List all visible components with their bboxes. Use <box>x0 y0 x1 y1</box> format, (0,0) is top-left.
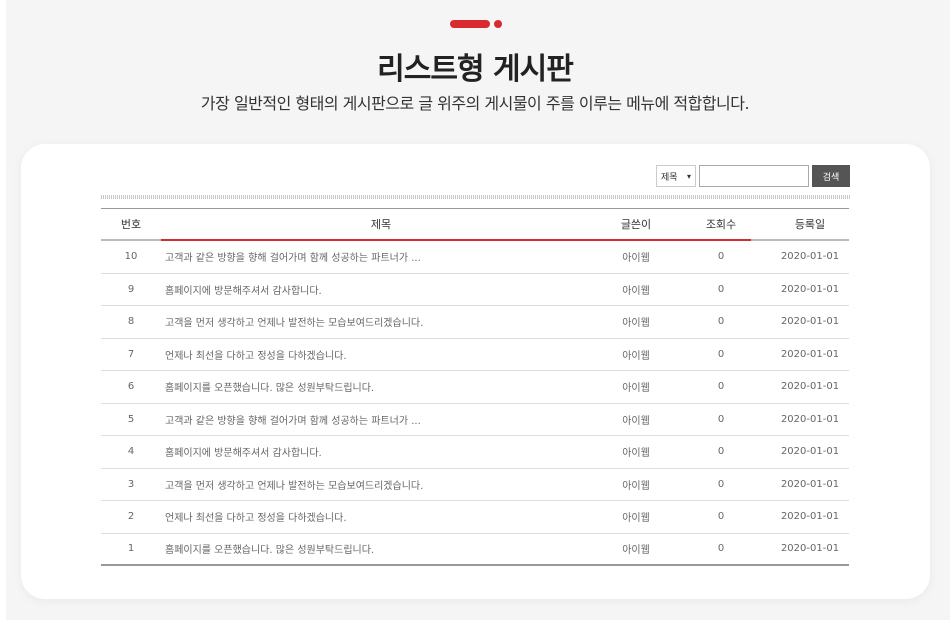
row-date: 2020-01-01 <box>780 446 840 458</box>
column-header-date: 등록일 <box>794 218 826 231</box>
row-views: 0 <box>717 348 725 360</box>
row-date: 2020-01-01 <box>780 316 840 328</box>
title-decoration <box>450 20 502 28</box>
column-header-author: 글쓴이 <box>620 218 652 231</box>
row-title-link[interactable]: 홈페이지를 오픈했습니다. 많은 성원부탁드립니다. <box>161 379 601 394</box>
row-date: 2020-01-01 <box>780 283 840 295</box>
row-date: 2020-01-01 <box>780 511 840 523</box>
row-views: 0 <box>717 543 725 555</box>
row-author: 아이웹 <box>622 285 650 297</box>
table-header: 번호 제목 글쓴이 조회수 등록일 <box>101 209 849 241</box>
row-title-link[interactable]: 고객과 같은 방향을 향해 걸어가며 함께 성공하는 파트너가 ... <box>161 412 601 427</box>
row-title-link[interactable]: 홈페이지에 방문해주셔서 감사합니다. <box>161 444 601 459</box>
row-no: 1 <box>127 543 135 555</box>
row-title-link[interactable]: 고객을 먼저 생각하고 언제나 발전하는 모습보여드리겠습니다. <box>161 314 601 329</box>
row-title-link[interactable]: 홈페이지에 방문해주셔서 감사합니다. <box>161 282 601 297</box>
row-views: 0 <box>717 283 725 295</box>
board-table: 번호 제목 글쓴이 조회수 등록일 10 고객과 같은 방향을 향해 걸어가며 … <box>101 208 849 566</box>
table-row: 5 고객과 같은 방향을 향해 걸어가며 함께 성공하는 파트너가 ... 아이… <box>101 404 849 436</box>
decoration-dot <box>494 20 502 28</box>
chevron-down-icon: ▾ <box>686 171 691 181</box>
row-title-link[interactable]: 언제나 최선을 다하고 정성을 다하겠습니다. <box>161 509 601 524</box>
divider-hatch <box>101 195 850 199</box>
row-no: 8 <box>127 316 135 328</box>
search-bar: 제목 ▾ 검색 <box>656 165 850 187</box>
row-author: 아이웹 <box>622 253 650 265</box>
row-title-link[interactable]: 언제나 최선을 다하고 정성을 다하겠습니다. <box>161 347 601 362</box>
row-date: 2020-01-01 <box>780 381 840 393</box>
row-author: 아이웹 <box>622 415 650 427</box>
table-row: 3 고객을 먼저 생각하고 언제나 발전하는 모습보여드리겠습니다. 아이웹 0… <box>101 469 849 501</box>
row-views: 0 <box>717 381 725 393</box>
row-author: 아이웹 <box>622 545 650 557</box>
row-no: 4 <box>127 446 135 458</box>
table-row: 7 언제나 최선을 다하고 정성을 다하겠습니다. 아이웹 0 2020-01-… <box>101 339 849 371</box>
row-author: 아이웹 <box>622 350 650 362</box>
row-title-link[interactable]: 고객을 먼저 생각하고 언제나 발전하는 모습보여드리겠습니다. <box>161 477 601 492</box>
table-row: 10 고객과 같은 방향을 향해 걸어가며 함께 성공하는 파트너가 ... 아… <box>101 241 849 274</box>
table-row: 4 홈페이지에 방문해주셔서 감사합니다. 아이웹 0 2020-01-01 <box>101 436 849 469</box>
row-author: 아이웹 <box>622 513 650 525</box>
column-header-views: 조회수 <box>705 218 737 231</box>
row-author: 아이웹 <box>622 480 650 492</box>
search-field-select[interactable]: 제목 ▾ <box>656 165 696 187</box>
row-views: 0 <box>717 413 725 425</box>
row-no: 7 <box>127 348 135 360</box>
table-row: 9 홈페이지에 방문해주셔서 감사합니다. 아이웹 0 2020-01-01 <box>101 274 849 306</box>
header-accent-line <box>161 239 751 241</box>
table-row: 8 고객을 먼저 생각하고 언제나 발전하는 모습보여드리겠습니다. 아이웹 0… <box>101 306 849 339</box>
row-no: 2 <box>127 511 135 523</box>
decoration-bar <box>450 20 490 28</box>
row-views: 0 <box>717 478 725 490</box>
row-date: 2020-01-01 <box>780 413 840 425</box>
page-subtitle: 가장 일반적인 형태의 게시판으로 글 위주의 게시물이 주를 이루는 메뉴에 … <box>200 94 750 113</box>
row-no: 10 <box>124 251 138 263</box>
row-views: 0 <box>717 316 725 328</box>
row-author: 아이웹 <box>622 448 650 460</box>
column-header-no: 번호 <box>120 218 142 231</box>
row-author: 아이웹 <box>622 383 650 395</box>
search-input[interactable] <box>699 165 809 187</box>
row-views: 0 <box>717 446 725 458</box>
table-row: 2 언제나 최선을 다하고 정성을 다하겠습니다. 아이웹 0 2020-01-… <box>101 501 849 534</box>
table-row: 1 홈페이지를 오픈했습니다. 많은 성원부탁드립니다. 아이웹 0 2020-… <box>101 534 849 566</box>
row-no: 6 <box>127 381 135 393</box>
row-author: 아이웹 <box>622 318 650 330</box>
search-field-select-value: 제목 <box>661 172 678 183</box>
row-views: 0 <box>717 511 725 523</box>
column-header-title: 제목 <box>370 218 392 231</box>
row-date: 2020-01-01 <box>780 251 840 263</box>
row-date: 2020-01-01 <box>780 348 840 360</box>
search-button[interactable]: 검색 <box>812 165 850 187</box>
row-title-link[interactable]: 고객과 같은 방향을 향해 걸어가며 함께 성공하는 파트너가 ... <box>161 249 601 264</box>
row-title-link[interactable]: 홈페이지를 오픈했습니다. 많은 성원부탁드립니다. <box>161 541 601 556</box>
row-no: 5 <box>127 413 135 425</box>
row-no: 9 <box>127 283 135 295</box>
row-views: 0 <box>717 251 725 263</box>
row-date: 2020-01-01 <box>780 478 840 490</box>
page-title: 리스트형 게시판 <box>377 52 574 87</box>
row-no: 3 <box>127 478 135 490</box>
row-date: 2020-01-01 <box>780 543 840 555</box>
table-row: 6 홈페이지를 오픈했습니다. 많은 성원부탁드립니다. 아이웹 0 2020-… <box>101 371 849 404</box>
